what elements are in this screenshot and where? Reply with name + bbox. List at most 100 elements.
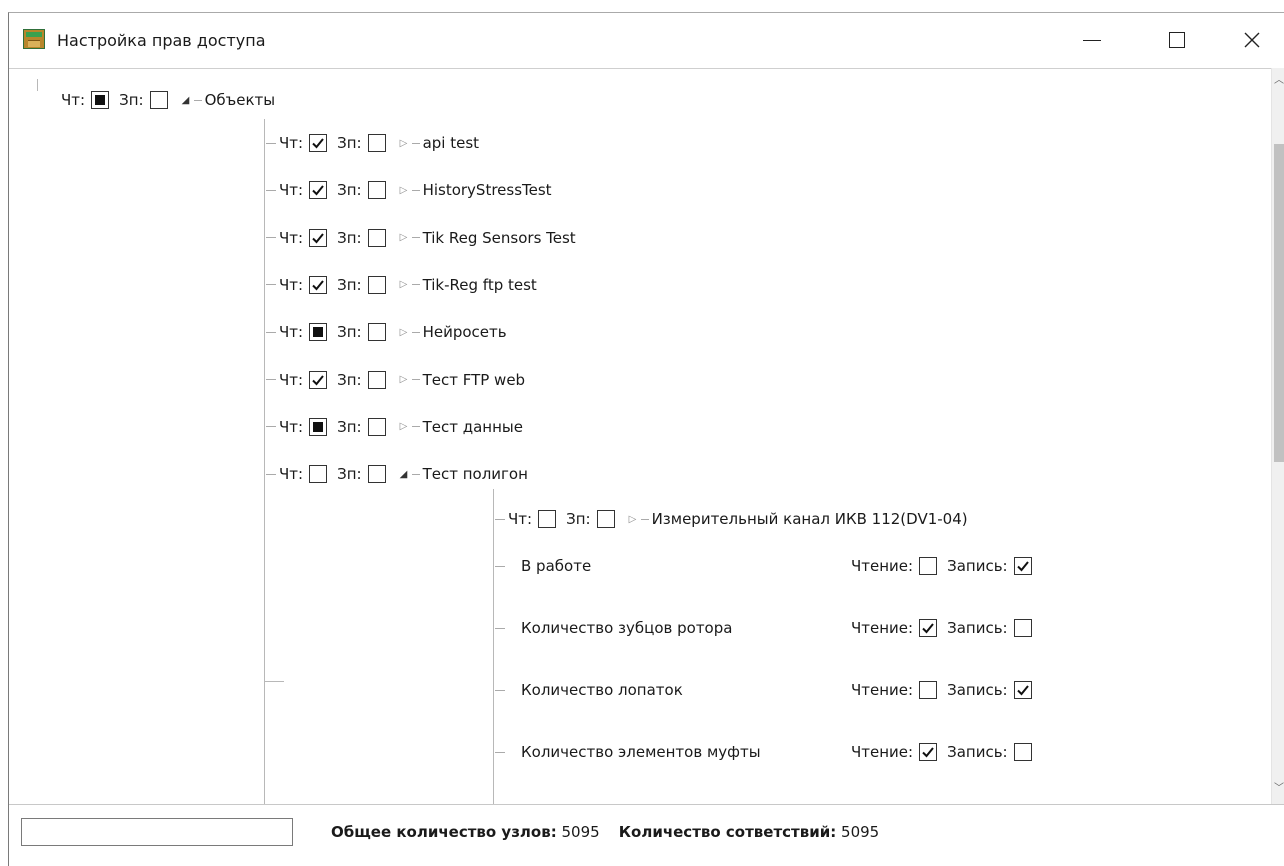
expand-arrow-icon[interactable]: ▷ [400,374,410,385]
root-node[interactable]: Чт: Зп: ◢ Объекты [61,88,275,112]
write-checkbox[interactable] [367,228,386,247]
node-name: HistoryStressTest [422,181,552,200]
write-checkbox[interactable] [1013,557,1032,575]
object-node[interactable]: Чт: Зп: ▷ Тест данные [266,415,523,439]
write-checkbox[interactable] [367,134,386,152]
write-label: Зп: [337,370,362,389]
write-checkbox[interactable] [367,465,386,484]
object-node[interactable]: Чт: Зп: ▷ Tik-Reg ftp test [266,273,537,297]
object-node[interactable]: Чт: Зп: ◢ Тест полигон [266,462,528,486]
read-checkbox[interactable] [919,681,938,699]
close-button[interactable] [1224,13,1280,67]
tree-connector [411,284,420,286]
expand-arrow-icon[interactable]: ▷ [400,138,410,149]
vertical-scrollbar[interactable]: ︿ ﹀ [1271,68,1284,804]
node-name: Тест полигон [422,465,528,484]
close-icon [1244,32,1260,48]
read-label: Чт: [279,275,304,294]
tree-guide-line [37,79,38,91]
node-name: Нейросеть [422,323,507,342]
object-node[interactable]: Чт: Зп: ▷ HistoryStressTest [266,178,552,202]
total-nodes-label: Общее количество узлов: [331,823,557,841]
matches-label: Количество сответствий: [618,823,837,841]
write-checkbox[interactable] [1013,619,1032,637]
tree-connector [266,189,276,191]
read-checkbox[interactable] [309,417,328,436]
collapse-arrow-icon[interactable]: ◢ [182,95,192,106]
read-checkbox[interactable] [309,275,328,294]
read-checkbox[interactable] [538,510,557,528]
write-checkbox[interactable] [1013,743,1032,761]
search-input[interactable] [21,818,293,846]
read-label: Чт: [61,91,86,109]
write-checkbox[interactable] [367,417,386,436]
read-checkbox[interactable] [309,134,328,152]
expand-arrow-icon[interactable]: ▷ [400,327,410,338]
object-node[interactable]: Чт: Зп: ▷ Tik Reg Sensors Test [266,226,576,250]
node-name: Измерительный канал ИКВ 112(DV1-04) [651,510,968,528]
read-checkbox[interactable] [309,323,328,342]
scroll-down-icon[interactable]: ﹀ [1274,784,1284,794]
read-checkbox[interactable] [919,557,938,575]
property-node[interactable]: В работе Чтение: Запись: [495,554,1042,578]
write-label: Зп: [566,510,591,528]
collapse-arrow-icon[interactable]: ◢ [400,469,410,480]
property-name: Количество элементов муфты [521,743,761,761]
expand-arrow-icon[interactable]: ▷ [400,279,410,290]
property-node[interactable]: Количество элементов муфты Чтение: Запись: [495,740,1042,764]
write-label: Зп: [337,323,362,342]
node-name: Тест данные [422,417,523,436]
read-label: Чт: [279,134,304,152]
property-node[interactable]: Количество зубцов ротора Чтение: Запись: [495,616,1042,640]
app-icon [23,29,45,49]
object-node[interactable]: Чт: Зп: ▷ Тест FTP web [266,368,525,392]
read-checkbox[interactable] [309,370,328,389]
expand-arrow-icon[interactable]: ▷ [400,232,410,243]
property-node[interactable]: Количество лопаток Чтение: Запись: [495,678,1042,702]
write-checkbox[interactable] [149,91,168,109]
expand-arrow-icon[interactable]: ▷ [400,185,410,196]
tree-connector [411,331,420,333]
tree-guide-line [264,119,265,804]
tree-connector [495,565,505,567]
write-checkbox[interactable] [367,181,386,200]
write-checkbox[interactable] [596,510,615,528]
expand-arrow-icon[interactable]: ▷ [400,421,410,432]
read-checkbox[interactable] [309,181,328,200]
maximize-button[interactable] [1149,13,1205,67]
read-label: Чт: [279,370,304,389]
write-label: Зп: [337,275,362,294]
node-name: Тест FTP web [422,370,526,389]
property-name: В работе [521,557,592,575]
node-name: Tik Reg Sensors Test [422,228,576,247]
expand-arrow-icon[interactable]: ▷ [629,514,639,525]
read-label: Чтение: [851,743,914,761]
object-node[interactable]: Чт: Зп: ▷ api test [266,131,479,155]
write-checkbox[interactable] [367,323,386,342]
read-checkbox[interactable] [91,91,110,109]
tree-connector [266,379,276,380]
read-checkbox[interactable] [309,465,328,484]
permissions-tree[interactable]: Чт: Зп: ◢ Объекты Чт: Зп: ▷ api test Чт: Зп: ▷ Hist… [9,68,1271,804]
read-label: Чтение: [851,681,914,699]
tree-connector [640,518,649,520]
write-checkbox[interactable] [367,275,386,294]
write-checkbox[interactable] [1013,681,1032,699]
write-checkbox[interactable] [367,370,386,389]
minimize-button[interactable] [1064,13,1120,67]
read-label: Чт: [508,510,533,528]
read-checkbox[interactable] [919,743,938,761]
read-checkbox[interactable] [309,228,328,247]
read-checkbox[interactable] [919,619,938,637]
property-name: Количество зубцов ротора [521,619,733,637]
scroll-up-icon[interactable]: ︿ [1274,76,1284,86]
node-name: Tik-Reg ftp test [422,275,537,294]
tree-connector [411,142,420,144]
scroll-thumb[interactable] [1274,144,1284,462]
tree-connector [266,284,276,286]
access-rights-window: Настройка прав доступа Чт: Зп: ◢ Объекты Чт:… [8,12,1284,866]
total-nodes-value: 5095 [561,823,600,841]
object-node[interactable]: Чт: Зп: ▷ Нейросеть [266,320,507,344]
polygon-child-node[interactable]: Чт: Зп: ▷ Измерительный канал ИКВ 112(DV1-0… [495,507,968,531]
read-label: Чтение: [851,557,914,575]
